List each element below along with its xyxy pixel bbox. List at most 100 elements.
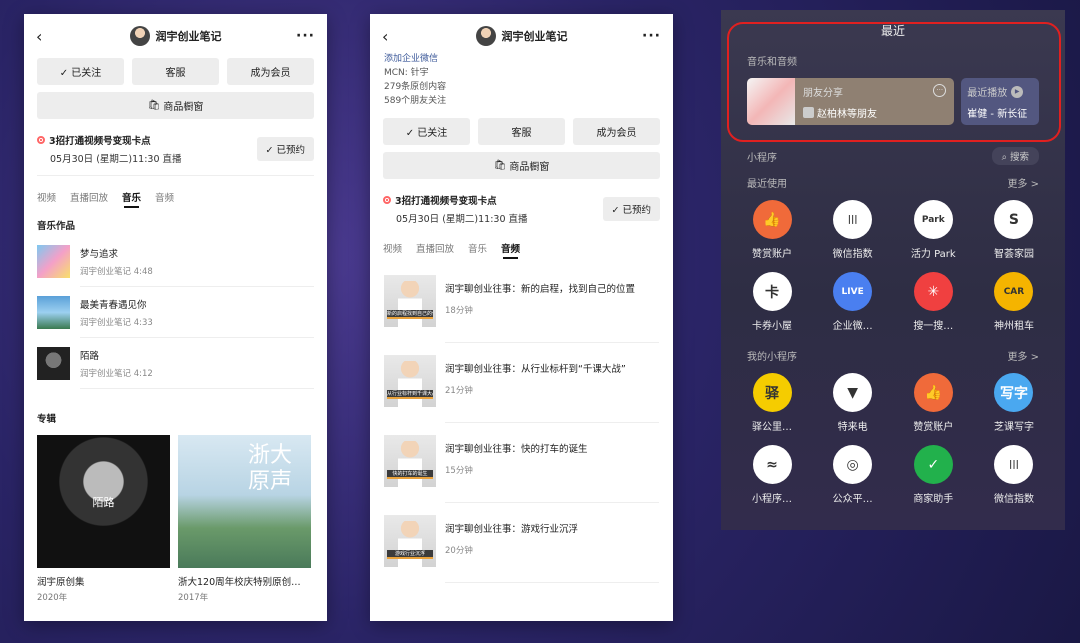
live-icon: LIVE — [833, 272, 873, 311]
app-name: 商家助手 — [913, 494, 954, 505]
app-item[interactable]: 👍 赞赏账户 — [902, 373, 964, 433]
bars-icon: ||| — [833, 200, 873, 239]
page-title: 润宇创业笔记 — [129, 26, 222, 46]
music-cover — [37, 245, 70, 278]
tab-replay[interactable]: 直播回放 — [70, 190, 108, 204]
list-item[interactable]: 梦与追求 润宇创业笔记 4:48 — [24, 236, 327, 287]
list-item[interactable]: 新的启程找到自己的位置 润宇聊创业往事：新的启程，找到自己的位置18分钟 — [370, 263, 673, 343]
app-item[interactable]: 写字 芝课写字 — [983, 373, 1045, 433]
avatar — [803, 107, 814, 118]
live-icon — [37, 136, 45, 144]
write-icon: 写字 — [994, 373, 1034, 412]
avatar — [475, 26, 496, 46]
live-icon — [383, 196, 391, 204]
app-item[interactable]: Park 活力 Park — [902, 200, 964, 260]
album-card[interactable]: 陌路 润宇原创集 2020年 — [37, 435, 170, 603]
app-item[interactable]: ||| 微信指数 — [822, 200, 884, 260]
album-section-title: 专辑 — [37, 414, 57, 425]
content-tabs: 视频 直播回放 音乐 音频 — [370, 235, 673, 259]
more-icon[interactable]: ··· — [641, 28, 661, 44]
live-reservation: 3招打通视频号变现卡点 05月30日 (星期二)11:30 直播 ✓ 已预约 — [383, 193, 660, 235]
reserve-button[interactable]: ✓ 已预约 — [256, 137, 314, 161]
list-item[interactable]: 从行业标杆到千课大战 润宇聊创业往事：从行业标杆到“千课大战” 21分钟 — [370, 343, 673, 423]
service-button[interactable]: 客服 — [132, 58, 219, 85]
music-cover — [37, 347, 70, 380]
app-item[interactable]: ✳ 搜一搜… — [902, 272, 964, 332]
miniprogram-label: 小程序 — [747, 152, 777, 164]
back-icon[interactable]: ‹ — [382, 27, 402, 46]
member-button[interactable]: 成为会员 — [227, 58, 314, 85]
reserve-button[interactable]: ✓ 已预约 — [602, 197, 660, 221]
tab-music[interactable]: 音乐 — [468, 241, 487, 255]
merchant-icon: ✓ — [913, 445, 953, 484]
more-icon[interactable]: ··· — [295, 28, 315, 44]
tab-replay[interactable]: 直播回放 — [416, 241, 454, 255]
more-icon[interactable]: ··· — [933, 84, 947, 97]
tab-audio[interactable]: 音频 — [501, 241, 520, 259]
app-name: 赞赏账户 — [752, 249, 792, 260]
add-wecom-link[interactable]: 添加企业微信 — [384, 52, 659, 66]
app-item[interactable]: ◎ 公众平… — [822, 445, 884, 505]
app-item[interactable]: S 智荟家园 — [983, 200, 1045, 260]
service-button[interactable]: 客服 — [478, 118, 565, 145]
bolt-icon: ▼ — [833, 373, 873, 412]
miniprogram-icon: ≈ — [752, 445, 792, 484]
app-name: 芝课写字 — [993, 422, 1034, 433]
app-name: 神州租车 — [993, 321, 1034, 332]
search-button[interactable]: ⌕ 搜索 — [991, 147, 1039, 165]
app-item[interactable]: ✓ 商家助手 — [902, 445, 964, 505]
audio-thumbnail: 新的启程找到自己的位置 — [384, 275, 436, 327]
live-reservation: 3招打通视频号变现卡点 05月30日 (星期二)11:30 直播 ✓ 已预约 — [37, 133, 314, 176]
friend-share-card[interactable]: 朋友分享 赵柏林等朋友 ··· — [747, 78, 955, 125]
list-item[interactable]: 最美青春遇见你 润宇创业笔记 4:33 — [24, 287, 327, 338]
my-miniprogram-label: 我的小程序 — [747, 352, 797, 363]
app-name: 搜一搜… — [913, 321, 954, 332]
music-section-title: 音乐作品 — [37, 221, 76, 232]
app-name: 企业微… — [832, 321, 873, 332]
app-item[interactable]: CAR 神州租车 — [983, 272, 1045, 332]
audio-thumbnail: 快的打车的诞生 — [384, 435, 436, 487]
app-name: 特来电 — [837, 422, 868, 433]
list-item[interactable]: 陌路 润宇创业笔记 4:12 — [24, 338, 327, 389]
back-icon[interactable]: ‹ — [36, 27, 56, 46]
follow-button[interactable]: ✓ 已关注 — [383, 118, 470, 145]
shop-button[interactable]: 🛍 商品橱窗 — [383, 152, 660, 179]
home-icon: S — [994, 200, 1034, 239]
list-item[interactable]: 快的打车的诞生 润宇聊创业往事：快的打车的诞生 15分钟 — [370, 423, 673, 503]
app-item[interactable]: LIVE 企业微… — [822, 272, 884, 332]
search-star-icon: ✳ — [913, 272, 953, 311]
yi-icon: 驿 — [752, 373, 792, 412]
app-item[interactable]: ▼ 特来电 — [822, 373, 884, 433]
follow-button[interactable]: ✓ 已关注 — [37, 58, 124, 85]
search-icon: ⌕ — [1001, 152, 1010, 163]
tab-audio[interactable]: 音频 — [155, 190, 174, 204]
app-name: 赞赏账户 — [913, 422, 954, 433]
music-cover — [37, 296, 70, 329]
app-item[interactable]: ||| 微信指数 — [983, 445, 1045, 505]
audio-thumbnail: 游戏行业沉浮 — [384, 515, 436, 567]
app-item[interactable]: 👍 赞赏账户 — [741, 200, 803, 260]
app-item[interactable]: ≈ 小程序… — [741, 445, 803, 505]
more-link[interactable]: 更多 > — [1007, 175, 1039, 190]
thumb-icon: 👍 — [913, 373, 953, 412]
app-name: 活力 Park — [910, 249, 956, 260]
more-link[interactable]: 更多 > — [1007, 348, 1039, 363]
creator-profile-music: ‹ 润宇创业笔记 ··· ✓ 已关注 客服 成为会员 🛍 商品橱窗 3招打通视频号… — [24, 14, 327, 621]
app-row: 驿驿公里… ▼ 特来电 👍 赞赏账户 写字芝课写字 — [721, 373, 1065, 433]
member-button[interactable]: 成为会员 — [573, 118, 660, 145]
app-name: 微信指数 — [993, 494, 1034, 505]
shop-icon: 🛍 — [493, 160, 507, 171]
tab-video[interactable]: 视频 — [37, 190, 56, 204]
list-item[interactable]: 游戏行业沉浮 润宇聊创业往事：游戏行业沉浮 20分钟 — [370, 503, 673, 583]
app-item[interactable]: 驿驿公里… — [741, 373, 803, 433]
tab-video[interactable]: 视频 — [383, 241, 402, 255]
tab-music[interactable]: 音乐 — [122, 190, 141, 208]
app-name: 智荟家园 — [993, 249, 1034, 260]
album-card[interactable]: 浙大原声 浙大120周年校庆特别原创… 2017年 — [178, 435, 311, 603]
platform-icon: ◎ — [833, 445, 873, 484]
app-item[interactable]: 卡卡券小屋 — [741, 272, 803, 332]
thumb-icon: 👍 — [752, 200, 792, 239]
avatar — [129, 26, 150, 46]
shop-button[interactable]: 🛍 商品橱窗 — [37, 92, 314, 119]
recent-panel: 最近 音乐和音频 朋友分享 赵柏林等朋友 ··· 最近播放 ▶ 崔健 - 新长征 … — [721, 10, 1065, 530]
